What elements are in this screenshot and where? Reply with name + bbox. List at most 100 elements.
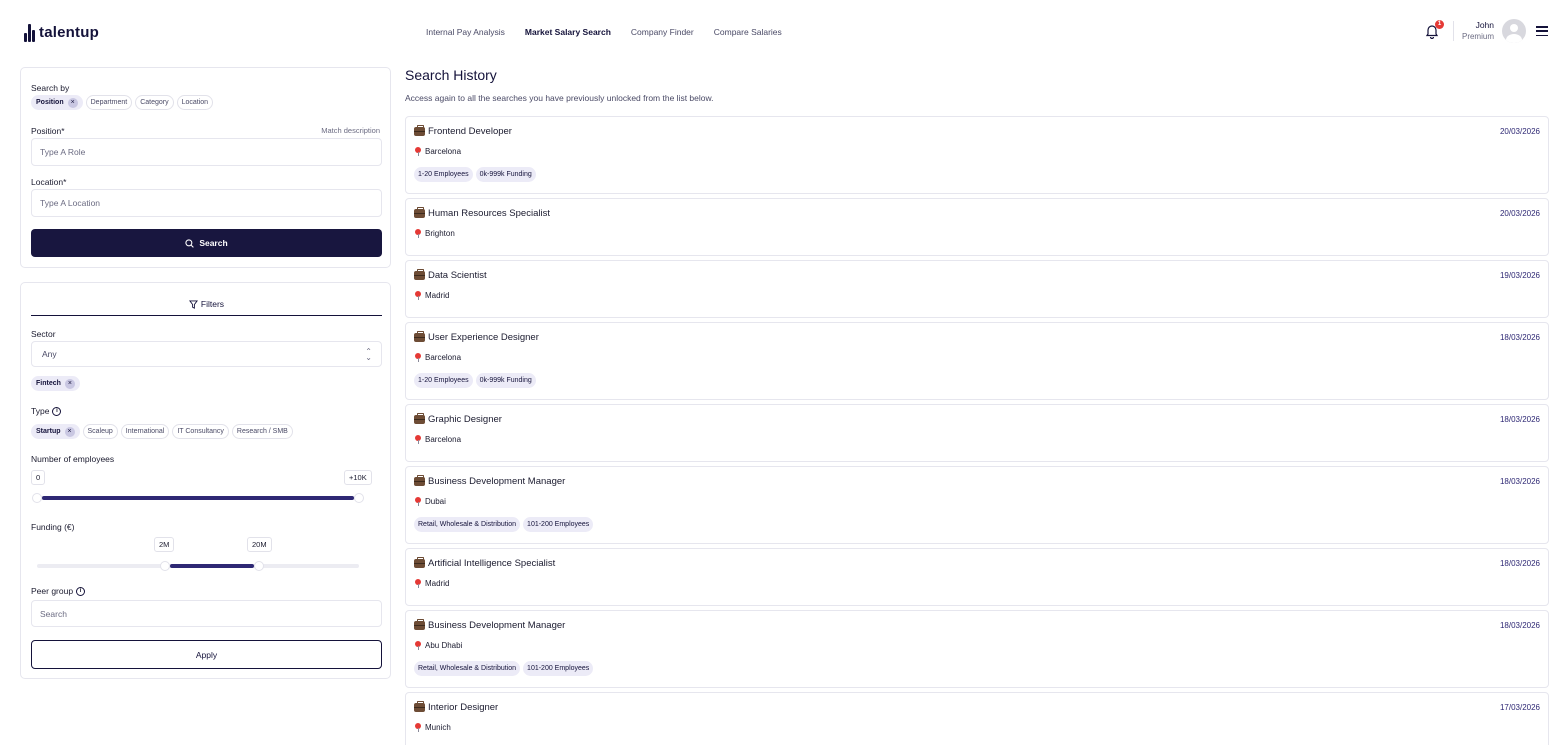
close-icon[interactable]: ×: [64, 426, 75, 437]
history-card[interactable]: Business Development Manager Abu Dhabi 1…: [405, 610, 1549, 688]
page-subtitle: Access again to all the searches you hav…: [405, 93, 714, 103]
funding-label: Funding (€): [31, 522, 75, 532]
employees-slider-max-handle[interactable]: [354, 493, 364, 503]
hamburger-menu-icon[interactable]: [1536, 26, 1548, 36]
sector-chip-fintech[interactable]: Fintech ×: [31, 376, 80, 391]
briefcase-icon: [414, 207, 425, 218]
user-plan: Premium: [1461, 32, 1494, 41]
history-card[interactable]: Artificial Intelligence Specialist Madri…: [405, 548, 1549, 606]
sector-select[interactable]: Any ⌃ ⌄: [31, 341, 382, 367]
avatar[interactable]: [1502, 19, 1526, 43]
history-card-title: Business Development Manager: [428, 476, 566, 487]
peer-group-search-input[interactable]: Search: [31, 600, 382, 627]
close-icon[interactable]: ×: [64, 378, 75, 389]
search-button[interactable]: Search: [31, 229, 382, 257]
history-card-tag: 1-20 Employees: [414, 373, 473, 388]
funding-slider-min-handle[interactable]: [160, 561, 170, 571]
history-card-tag: 101-200 Employees: [523, 517, 594, 532]
nav-company-finder[interactable]: Company Finder: [631, 27, 694, 37]
info-icon[interactable]: i: [76, 587, 86, 597]
chip-label: Startup: [36, 428, 61, 435]
history-card[interactable]: Human Resources Specialist Brighton 20/0…: [405, 198, 1549, 256]
type-chip-startup[interactable]: Startup ×: [31, 424, 80, 439]
history-card-date: 18/03/2026: [1499, 477, 1540, 486]
search-by-category-chip[interactable]: Category: [135, 95, 174, 110]
location-input[interactable]: Type A Location: [31, 189, 382, 217]
history-card-date: 20/03/2026: [1499, 209, 1540, 218]
history-card-date: 18/03/2026: [1499, 333, 1540, 342]
employees-label: Number of employees: [31, 454, 115, 464]
info-icon[interactable]: i: [52, 407, 62, 417]
type-label-text: Type: [31, 406, 50, 416]
history-card-title: Data Scientist: [428, 270, 487, 281]
user-info[interactable]: John Premium: [1462, 20, 1494, 42]
type-options: Startup × Scaleup International IT Consu…: [31, 424, 293, 439]
briefcase-icon: [414, 475, 425, 486]
search-by-label: Search by: [31, 83, 70, 93]
history-card-date: 20/03/2026: [1499, 127, 1540, 136]
funding-max-value: 20M: [247, 537, 272, 552]
history-card[interactable]: Graphic Designer Barcelona 18/03/2026: [405, 404, 1549, 462]
funding-slider-max-handle[interactable]: [254, 561, 264, 571]
history-card-tags: Retail, Wholesale & Distribution 101-200…: [414, 517, 594, 532]
search-by-department-chip[interactable]: Department: [85, 95, 133, 110]
location-pin-icon: [415, 353, 421, 362]
location-pin-icon: [415, 147, 421, 156]
nav-market-salary-search[interactable]: Market Salary Search: [525, 27, 611, 37]
type-chip-it-consultancy[interactable]: IT Consultancy: [172, 424, 229, 439]
search-icon: [185, 238, 195, 248]
search-by-location-chip[interactable]: Location: [176, 95, 214, 110]
location-pin-icon: [415, 229, 421, 238]
match-description-link[interactable]: Match description: [321, 126, 380, 135]
apply-button[interactable]: Apply: [31, 640, 382, 669]
tab-filters[interactable]: Filters: [31, 293, 382, 316]
chip-label: Fintech: [36, 380, 61, 387]
nav-compare-salaries[interactable]: Compare Salaries: [714, 27, 782, 37]
location-pin-icon: [415, 579, 421, 588]
history-card-title: Interior Designer: [428, 702, 499, 713]
history-card-tags: Retail, Wholesale & Distribution 101-200…: [414, 661, 594, 676]
briefcase-icon: [414, 619, 425, 630]
nav-internal-pay-analysis[interactable]: Internal Pay Analysis: [426, 27, 505, 37]
history-card-date: 18/03/2026: [1499, 415, 1540, 424]
chevron-up-down-icon: ⌃ ⌄: [365, 347, 372, 362]
filters-panel: Filters Sector Any ⌃ ⌄ Fintech × Type i St…: [20, 282, 391, 679]
history-card-location: Barcelona: [425, 435, 462, 444]
briefcase-icon: [414, 269, 425, 280]
history-card-tag: 0k-999k Funding: [475, 167, 536, 182]
close-icon[interactable]: ×: [67, 97, 78, 108]
position-input[interactable]: Type A Role: [31, 138, 382, 166]
history-card[interactable]: Business Development Manager Dubai 18/03…: [405, 466, 1549, 544]
history-card-location: Barcelona: [425, 353, 462, 362]
history-card[interactable]: User Experience Designer Barcelona 18/03…: [405, 322, 1549, 400]
employees-max-value: +10K: [344, 470, 372, 485]
brand-name: talentup: [39, 23, 99, 41]
history-card-tag: 1-20 Employees: [414, 167, 473, 182]
history-card-date: 18/03/2026: [1499, 621, 1540, 630]
history-card-date: 19/03/2026: [1499, 271, 1540, 280]
history-card-location: Dubai: [425, 497, 446, 506]
employees-min-value: 0: [31, 470, 46, 485]
history-card[interactable]: Data Scientist Madrid 19/03/2026: [405, 260, 1549, 318]
history-card[interactable]: Interior Designer Munich 17/03/2026: [405, 692, 1549, 745]
history-card-location: Munich: [425, 723, 451, 732]
history-card[interactable]: Frontend Developer Barcelona 20/03/2026 …: [405, 116, 1549, 194]
filter-icon: [188, 299, 198, 309]
briefcase-icon: [414, 557, 425, 568]
chip-label: Position: [36, 99, 64, 106]
main-nav: Internal Pay Analysis Market Salary Sear…: [426, 27, 782, 37]
header-actions: 1 John Premium: [1425, 19, 1548, 43]
history-card-title: Graphic Designer: [428, 414, 502, 425]
employees-slider-min-handle[interactable]: [32, 493, 42, 503]
notifications-button[interactable]: 1: [1425, 20, 1444, 40]
search-by-position-chip[interactable]: Position ×: [31, 95, 83, 110]
history-card-title: Business Development Manager: [428, 620, 566, 631]
type-chip-international[interactable]: International: [120, 424, 170, 439]
brand-logo[interactable]: talentup: [24, 22, 99, 42]
logo-mark-icon: [24, 22, 35, 42]
search-history-list: Frontend Developer Barcelona 20/03/2026 …: [405, 116, 1549, 745]
type-chip-research-smb[interactable]: Research / SMB: [231, 424, 293, 439]
sector-label: Sector: [31, 329, 56, 339]
history-card-location: Barcelona: [425, 147, 462, 156]
type-chip-scaleup[interactable]: Scaleup: [82, 424, 118, 439]
